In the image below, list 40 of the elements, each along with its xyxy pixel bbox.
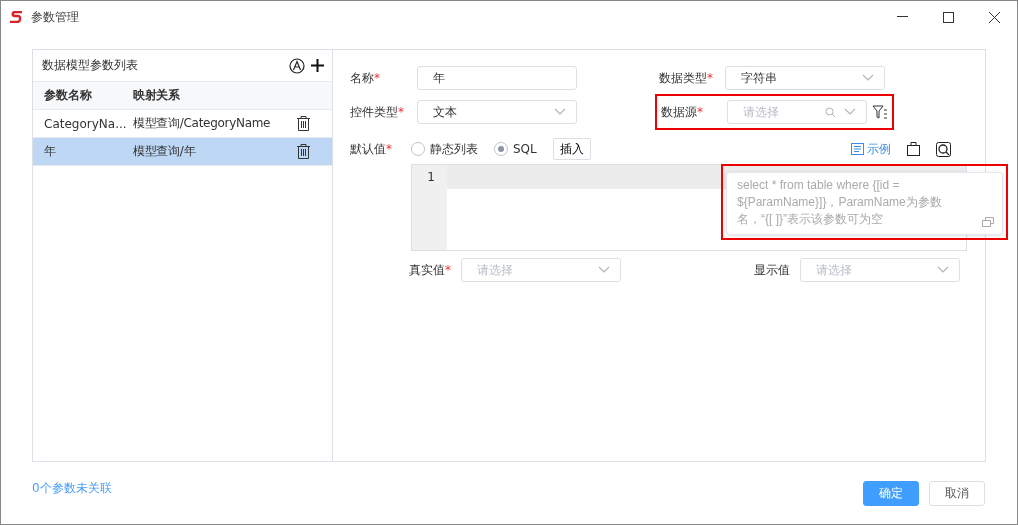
maximize-icon — [942, 11, 954, 23]
field-label: 数据类型* — [659, 69, 714, 87]
delete-icon[interactable] — [297, 116, 310, 131]
line-number: 1 — [426, 169, 436, 186]
cancel-button[interactable]: 取消 — [929, 480, 985, 506]
table-cell-text: 模型查询/CategoryName — [133, 115, 272, 132]
column-header: 参数名称 — [43, 87, 93, 104]
window-title: 参数管理 — [31, 8, 79, 26]
add-icon[interactable] — [311, 59, 324, 72]
delete-icon[interactable] — [297, 144, 310, 159]
name-field[interactable]: 年 — [417, 66, 577, 90]
chevron-down-icon — [598, 266, 610, 274]
field-label: 数据源* — [661, 103, 704, 121]
chevron-down-icon — [844, 108, 856, 116]
chevron-down-icon — [937, 266, 949, 274]
field-label: 显示值 — [754, 261, 791, 279]
table-cell-text: 年 — [43, 143, 57, 160]
chevron-down-icon — [554, 108, 566, 116]
field-label: 真实值* — [409, 261, 452, 279]
insert-button[interactable]: 插入 — [552, 138, 591, 160]
table-cell-text: 模型查询/年 — [133, 143, 197, 160]
param-row[interactable]: 年 模型查询/年 — [33, 138, 332, 166]
radio-option[interactable]: 静态列表 — [411, 140, 478, 158]
table-cell-text: CategoryNa... — [43, 116, 128, 131]
search-icon — [825, 106, 836, 118]
radio-option[interactable]: SQL — [494, 142, 537, 156]
column-header: 映射关系 — [133, 87, 181, 104]
list-icon — [851, 143, 864, 155]
field-label: 名称* — [350, 69, 381, 87]
control-type-select[interactable]: 文本 — [417, 100, 577, 124]
example-link[interactable]: 示例 — [851, 140, 891, 158]
field-label: 默认值* — [350, 140, 393, 158]
app-logo-icon — [9, 11, 23, 23]
field-label: 控件类型* — [350, 103, 405, 121]
close-icon — [988, 11, 1000, 23]
panel-title: 数据模型参数列表 — [42, 57, 138, 74]
tooltip-text: select * from table where {[id = ${ParamName}]}，ParamName为参数名，“{[ ]}”表示该参数可为空 — [737, 177, 943, 228]
data-type-select[interactable]: 字符串 — [725, 66, 885, 90]
minimize-icon — [896, 16, 908, 18]
chevron-down-icon — [862, 74, 874, 82]
